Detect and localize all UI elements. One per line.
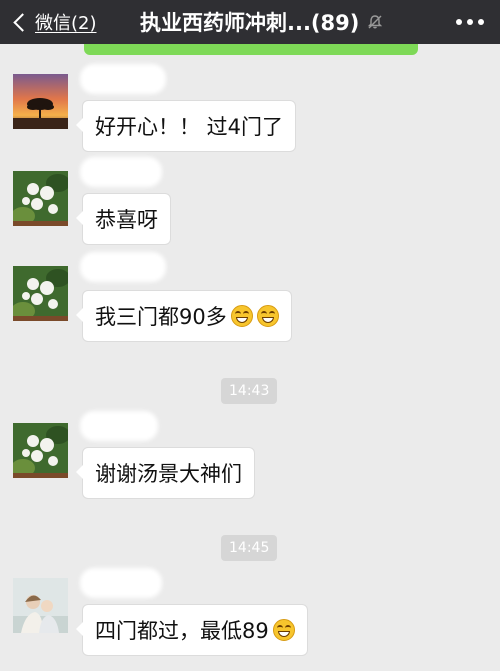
grin-emoji-icon [272, 619, 295, 641]
more-dot-icon [456, 19, 462, 25]
message-bubble[interactable]: 四门都过，最低89 [76, 604, 308, 656]
timestamp: 14:45 [221, 535, 278, 561]
chat-title-area: 执业西药师冲刺...(89) [140, 0, 383, 44]
white-flower-avatar[interactable] [13, 171, 68, 226]
back-button[interactable]: 微信(2) [8, 0, 97, 44]
grin-emoji-icon [256, 305, 279, 327]
green-notice-strip[interactable] [84, 44, 418, 55]
back-chevron-icon [13, 12, 32, 32]
message-text: 好开心！！ 过4门了 [95, 115, 284, 139]
message-bubble[interactable]: 我三门都90多 [76, 290, 292, 342]
message-text: 谢谢汤景大神们 [95, 462, 242, 486]
white-flower-avatar[interactable] [13, 266, 68, 321]
sender-name-blurred [80, 157, 162, 187]
chat-title: 执业西药师冲刺...(89) [140, 11, 360, 35]
message-bubble[interactable]: 好开心！！ 过4门了 [75, 100, 297, 152]
more-options-button[interactable] [456, 0, 484, 44]
more-dot-icon [467, 19, 473, 25]
sender-name-blurred [80, 568, 162, 598]
message-text: 恭喜呀 [95, 208, 158, 232]
sender-name-blurred [80, 252, 166, 282]
more-dot-icon [478, 19, 484, 25]
top-navbar: 微信(2) 执业西药师冲刺...(89) [0, 0, 500, 44]
message-text: 我三门都90多 [95, 305, 227, 329]
grin-emoji-icon [230, 305, 253, 327]
white-flower-avatar[interactable] [13, 423, 68, 478]
sunset-tree-avatar[interactable] [13, 74, 68, 129]
sender-name-blurred [80, 411, 158, 441]
back-label: 微信(2) [35, 13, 97, 34]
mute-icon [368, 15, 383, 29]
message-bubble[interactable]: 谢谢汤景大神们 [76, 447, 255, 499]
timestamp: 14:43 [221, 378, 278, 404]
message-text: 四门都过，最低89 [95, 619, 269, 643]
sender-name-blurred [80, 64, 166, 94]
family-photo-avatar[interactable] [13, 578, 68, 633]
message-bubble[interactable]: 恭喜呀 [76, 193, 171, 245]
